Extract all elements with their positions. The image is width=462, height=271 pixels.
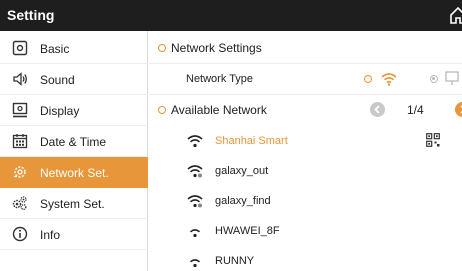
bullet-icon (158, 106, 166, 114)
wifi-locked-icon (187, 165, 203, 178)
wifi-signal-icon (189, 259, 201, 268)
section-title: Available Network (171, 103, 267, 117)
gears-icon (12, 196, 27, 210)
wired-network-icon (445, 71, 459, 85)
network-name: galaxy_out (215, 165, 269, 177)
sidebar-item-label: Date & Time (40, 135, 107, 149)
sidebar-item-label: Sound (40, 73, 75, 87)
home-icon[interactable] (450, 6, 462, 24)
info-icon (12, 226, 28, 242)
network-item-galaxy-find[interactable]: galaxy_find (149, 186, 462, 216)
network-type-row: Network Type (149, 64, 462, 94)
divider (0, 249, 148, 250)
network-name: Shanhai Smart (215, 135, 288, 147)
next-page-button[interactable] (455, 102, 462, 117)
network-name: RUNNY (215, 255, 255, 267)
sidebar-item-label: Display (40, 104, 80, 118)
wifi-icon (381, 73, 397, 86)
wifi-radio[interactable] (364, 75, 372, 83)
available-network-header: Available Network 1/4 (149, 95, 462, 125)
sidebar-item-network-set[interactable]: Network Set. (0, 157, 148, 188)
bullet-icon (158, 44, 166, 52)
network-type-label: Network Type (186, 73, 254, 85)
sidebar-item-label: Basic (40, 42, 70, 56)
network-item-runny[interactable]: RUNNY (149, 246, 462, 271)
sidebar-item-label: Info (40, 228, 61, 242)
sidebar-item-label: System Set. (40, 197, 105, 211)
monitor-icon (12, 102, 28, 118)
sidebar-item-label: Network Set. (40, 166, 109, 180)
network-name: galaxy_find (215, 195, 271, 207)
sidebar-item-system-set[interactable]: System Set. (0, 188, 148, 219)
network-settings-header: Network Settings (149, 33, 462, 63)
speaker-icon (13, 72, 27, 86)
wifi-signal-icon (187, 135, 203, 148)
wifi-signal-icon (189, 229, 201, 238)
wifi-locked-icon (187, 195, 203, 208)
page-title: Setting (7, 7, 55, 23)
calendar-icon (12, 134, 28, 149)
network-item-galaxy-out[interactable]: galaxy_out (149, 156, 462, 186)
sidebar: Basic Sound Display Date & Time Network … (0, 31, 148, 271)
sidebar-item-display[interactable]: Display (0, 95, 148, 126)
title-bar: Setting (0, 0, 462, 31)
network-item-shanhai-smart[interactable]: Shanhai Smart (149, 126, 462, 156)
sidebar-item-sound[interactable]: Sound (0, 64, 148, 95)
network-item-hwawei-8f[interactable]: HWAWEI_8F (149, 216, 462, 246)
network-settings-icon (14, 166, 26, 178)
network-settings-panel: Network Settings Network Type Available … (149, 31, 462, 271)
basic-icon (12, 40, 28, 56)
wired-radio[interactable] (430, 75, 438, 83)
section-title: Network Settings (171, 41, 262, 55)
sidebar-item-date-time[interactable]: Date & Time (0, 126, 148, 157)
previous-page-button[interactable] (370, 102, 385, 117)
page-indicator: 1/4 (407, 103, 424, 117)
network-name: HWAWEI_8F (215, 225, 280, 237)
sidebar-item-basic[interactable]: Basic (0, 33, 148, 64)
qr-code-icon[interactable] (426, 133, 440, 147)
sidebar-item-info[interactable]: Info (0, 219, 148, 250)
